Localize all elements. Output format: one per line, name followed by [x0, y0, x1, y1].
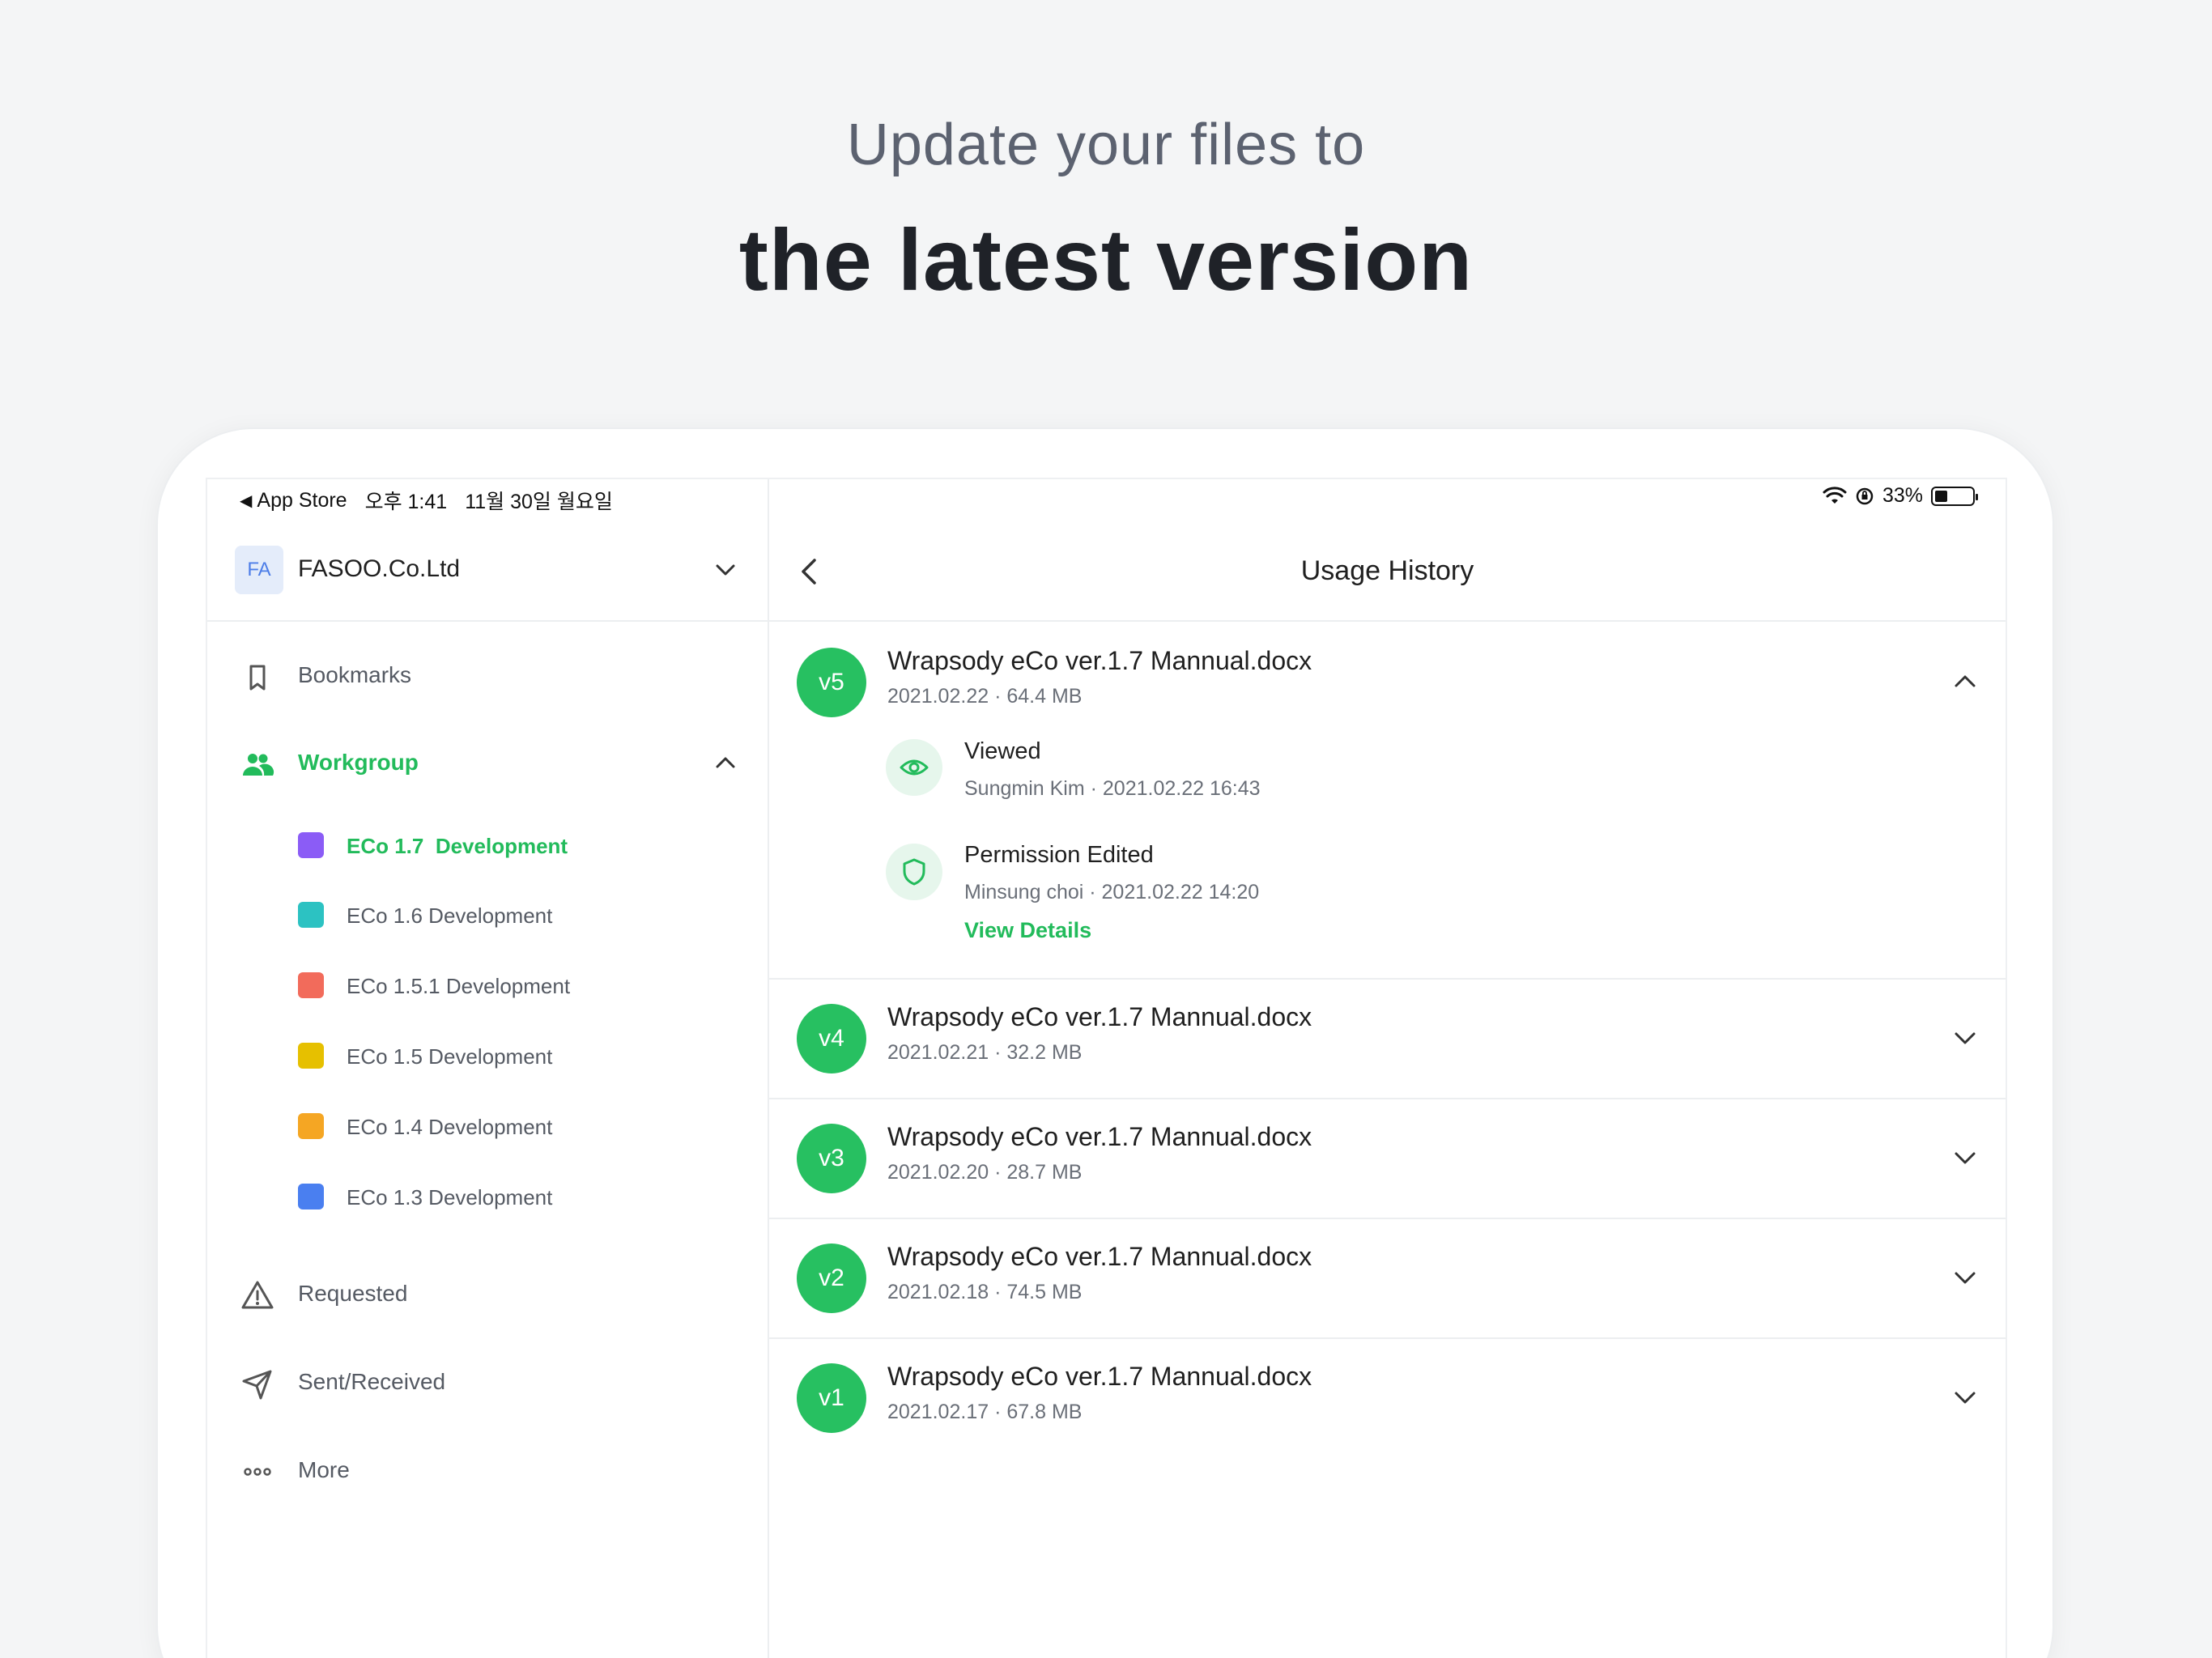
org-switcher[interactable]: FA FASOO.Co.Ltd — [207, 518, 769, 622]
sidebar-item-bookmarks[interactable]: Bookmarks — [207, 643, 769, 708]
version-meta: 2021.02.22 · 64.4 MB — [887, 685, 1083, 708]
shield-icon — [886, 844, 942, 900]
version-item[interactable]: v1 Wrapsody eCo ver.1.7 Mannual.docx 202… — [769, 1339, 2006, 1459]
app-screen: ◀ App Store 오후 1:41 11월 30일 월요일 33% FA F… — [206, 478, 2007, 1658]
workgroup-item[interactable]: ECo 1.3 Development — [207, 1172, 769, 1221]
version-meta: 2021.02.17 · 67.8 MB — [887, 1401, 1083, 1423]
version-file-name: Wrapsody eCo ver.1.7 Mannual.docx — [887, 646, 1312, 675]
workgroup-label: ECo 1.5 Development — [347, 1044, 553, 1069]
workgroup-label: ECo 1.3 Development — [347, 1185, 553, 1209]
page-title: Usage History — [1300, 555, 1474, 586]
activity-meta: Sungmin Kim · 2021.02.22 16:43 — [964, 777, 1261, 800]
workgroup-color-swatch — [298, 972, 324, 998]
workgroup-color-swatch — [298, 1184, 324, 1209]
workgroup-color-swatch — [298, 832, 324, 858]
people-icon — [243, 754, 274, 776]
org-name: FASOO.Co.Ltd — [298, 555, 461, 582]
sidebar-item-workgroup[interactable]: Workgroup — [207, 730, 769, 795]
workgroup-item[interactable]: ECo 1.6 Development — [207, 891, 769, 939]
sidebar: FA FASOO.Co.Ltd Bookmarks Workgroup ECo … — [207, 479, 769, 1658]
chevron-up-icon[interactable] — [1949, 665, 1981, 698]
workgroup-color-swatch — [298, 1043, 324, 1069]
sidebar-item-label: Sent/Received — [298, 1369, 446, 1394]
sidebar-item-label: More — [298, 1457, 350, 1482]
workgroup-label: ECo 1.7 Development — [347, 834, 568, 858]
activity-title: Permission Edited — [964, 842, 1154, 868]
chevron-down-icon[interactable] — [1949, 1261, 1981, 1294]
workgroup-color-swatch — [298, 1113, 324, 1139]
workgroup-label: ECo 1.4 Development — [347, 1115, 553, 1139]
sidebar-item-requested[interactable]: Requested — [207, 1261, 769, 1326]
tablet-frame: ◀ App Store 오후 1:41 11월 30일 월요일 33% FA F… — [156, 427, 2054, 1658]
version-meta: 2021.02.18 · 74.5 MB — [887, 1281, 1083, 1303]
eye-icon — [886, 739, 942, 796]
version-meta: 2021.02.20 · 28.7 MB — [887, 1161, 1083, 1184]
chevron-down-icon — [716, 564, 735, 576]
org-avatar: FA — [235, 546, 283, 594]
version-meta: 2021.02.21 · 32.2 MB — [887, 1041, 1083, 1064]
version-badge: v5 — [797, 648, 866, 717]
version-badge: v2 — [797, 1244, 866, 1313]
sidebar-item-more[interactable]: More — [207, 1438, 769, 1503]
sidebar-item-label: Bookmarks — [298, 662, 412, 687]
version-item[interactable]: v4 Wrapsody eCo ver.1.7 Mannual.docx 202… — [769, 980, 2006, 1099]
more-dots-icon — [244, 1468, 271, 1476]
bookmark-icon — [249, 665, 266, 691]
workgroup-item[interactable]: ECo 1.5.1 Development — [207, 961, 769, 1010]
activity-title: Viewed — [964, 738, 1041, 764]
workgroup-item[interactable]: ECo 1.7 Development — [207, 821, 769, 869]
chevron-down-icon[interactable] — [1949, 1141, 1981, 1174]
workgroup-label: ECo 1.5.1 Development — [347, 974, 571, 998]
sidebar-item-sent-received[interactable]: Sent/Received — [207, 1350, 769, 1414]
version-item[interactable]: v5 Wrapsody eCo ver.1.7 Mannual.docx 202… — [769, 623, 2006, 980]
main-header: Usage History — [769, 518, 2006, 622]
version-badge: v4 — [797, 1004, 866, 1073]
chevron-down-icon[interactable] — [1949, 1381, 1981, 1414]
version-badge: v1 — [797, 1363, 866, 1433]
workgroup-color-swatch — [298, 902, 324, 928]
version-item[interactable]: v3 Wrapsody eCo ver.1.7 Mannual.docx 202… — [769, 1099, 2006, 1219]
version-file-name: Wrapsody eCo ver.1.7 Mannual.docx — [887, 1242, 1312, 1271]
workgroup-label: ECo 1.6 Development — [347, 903, 553, 928]
workgroup-item[interactable]: ECo 1.5 Development — [207, 1031, 769, 1080]
version-file-name: Wrapsody eCo ver.1.7 Mannual.docx — [887, 1122, 1312, 1151]
activity-meta: Minsung choi · 2021.02.22 14:20 — [964, 881, 1260, 903]
view-details-link[interactable]: View Details — [964, 918, 1091, 943]
version-file-name: Wrapsody eCo ver.1.7 Mannual.docx — [887, 1362, 1312, 1391]
headline-line-2: the latest version — [738, 210, 1474, 308]
send-icon — [242, 1370, 272, 1400]
version-file-name: Wrapsody eCo ver.1.7 Mannual.docx — [887, 1002, 1312, 1031]
warning-icon — [241, 1281, 274, 1309]
version-item[interactable]: v2 Wrapsody eCo ver.1.7 Mannual.docx 202… — [769, 1219, 2006, 1339]
sidebar-item-label: Workgroup — [298, 750, 419, 775]
sidebar-item-label: Requested — [298, 1281, 408, 1306]
version-badge: v3 — [797, 1124, 866, 1193]
workgroup-item[interactable]: ECo 1.4 Development — [207, 1102, 769, 1150]
main-panel: Usage History v5 Wrapsody eCo ver.1.7 Ma… — [769, 479, 2006, 1658]
headline-line-1: Update your files to — [846, 113, 1366, 177]
chevron-up-icon[interactable] — [711, 748, 740, 777]
chevron-down-icon[interactable] — [1949, 1022, 1981, 1054]
